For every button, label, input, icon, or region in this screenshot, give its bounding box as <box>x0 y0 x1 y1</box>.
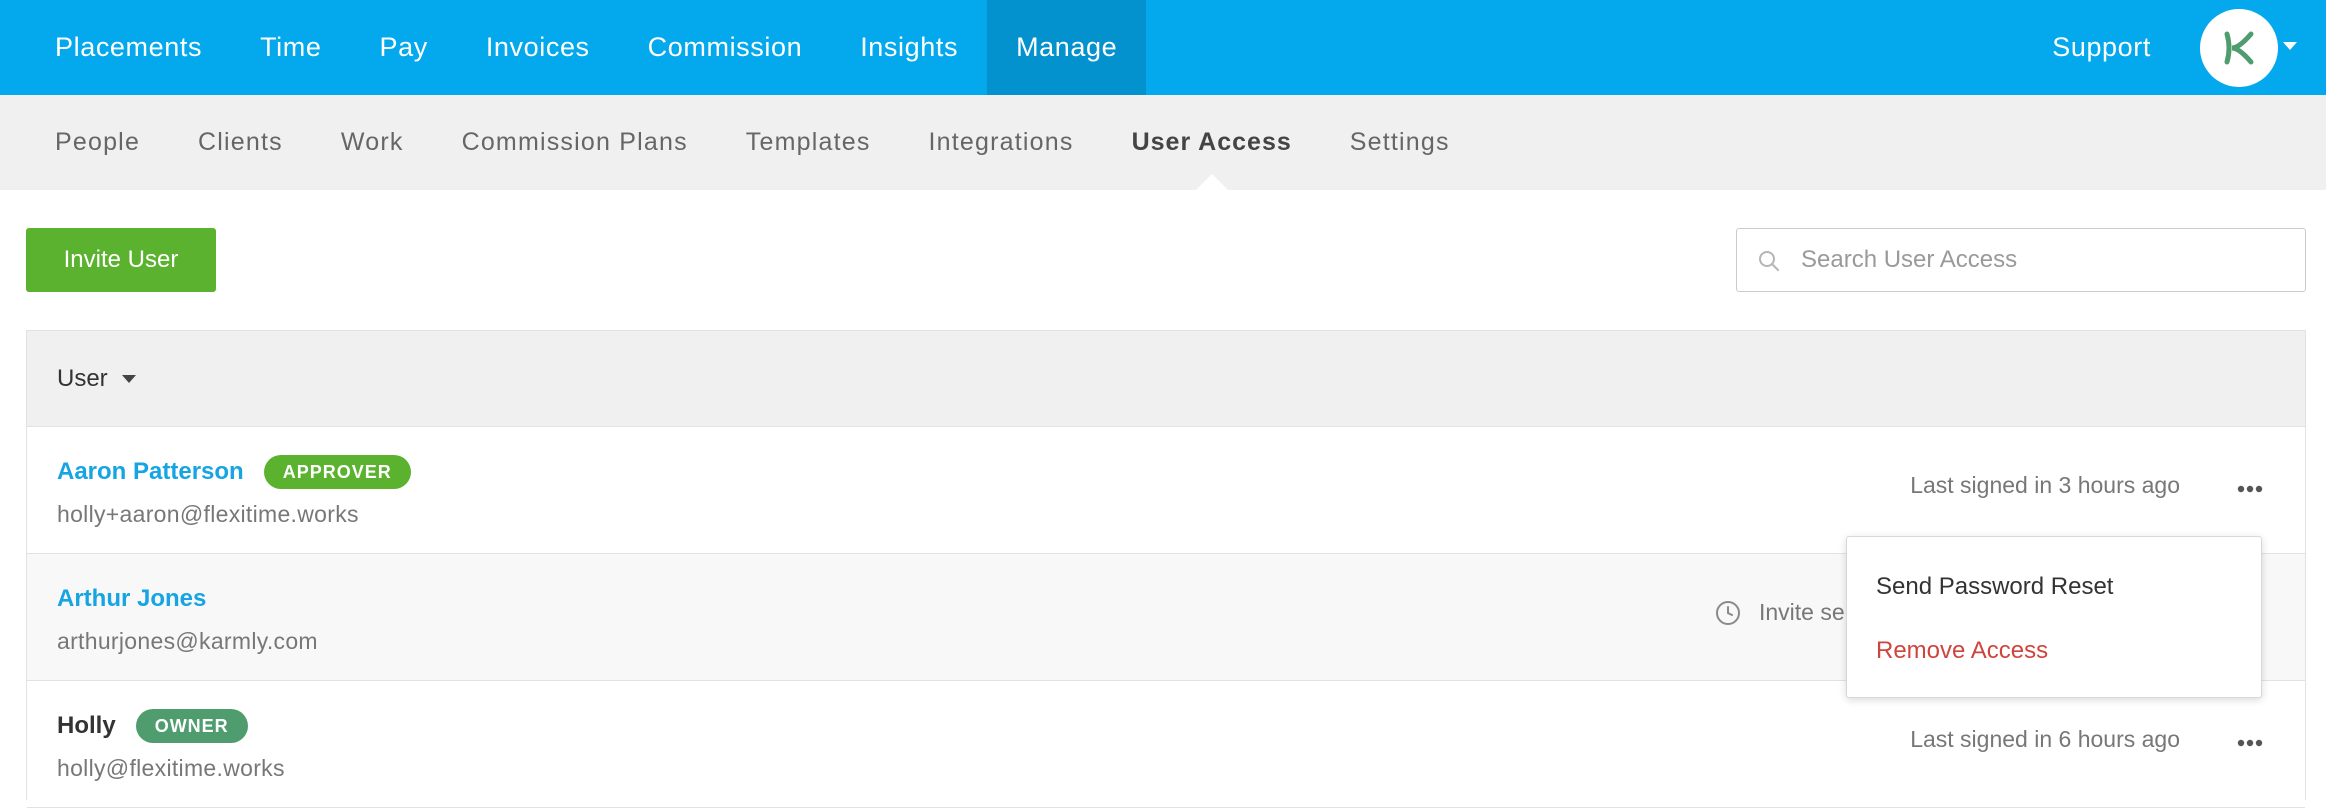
sub-nav-people[interactable]: People <box>26 95 169 190</box>
clock-icon <box>1716 600 1740 625</box>
top-nav-manage[interactable]: Manage <box>987 0 1147 95</box>
user-name-line: Holly OWNER <box>57 708 248 744</box>
user-column-label: User <box>57 364 108 392</box>
send-password-reset-item[interactable]: Send Password Reset <box>1876 573 2113 601</box>
chevron-down-icon[interactable] <box>2283 42 2297 50</box>
role-badge: APPROVER <box>263 455 411 489</box>
user-column-header[interactable]: User <box>57 365 136 393</box>
table-header: User <box>27 331 2305 427</box>
user-name-line: Aaron Patterson APPROVER <box>57 454 411 490</box>
sort-down-icon <box>121 374 136 383</box>
sub-nav-clients[interactable]: Clients <box>169 95 312 190</box>
top-nav-insights[interactable]: Insights <box>831 0 987 95</box>
avatar[interactable] <box>2200 9 2278 87</box>
more-options-button[interactable] <box>2230 471 2270 507</box>
user-email: holly@flexitime.works <box>57 755 285 781</box>
user-email: holly+aaron@flexitime.works <box>57 501 359 527</box>
user-name-link[interactable]: Arthur Jones <box>57 585 206 613</box>
top-nav-placements[interactable]: Placements <box>26 0 231 95</box>
remove-access-item[interactable]: Remove Access <box>1876 637 2048 665</box>
sub-navigation: People Clients Work Commission Plans Tem… <box>0 95 2326 190</box>
table-row: Holly OWNER holly@flexitime.works Last s… <box>27 681 2305 808</box>
invite-user-button[interactable]: Invite User <box>26 228 216 292</box>
top-nav-commission[interactable]: Commission <box>619 0 832 95</box>
role-badge: OWNER <box>135 709 248 743</box>
top-nav-invoices[interactable]: Invoices <box>457 0 619 95</box>
invite-status-text: Invite se <box>1759 599 1845 625</box>
user-status: Last signed in 3 hours ago <box>1910 472 2180 498</box>
karmly-logo-icon <box>2224 31 2254 65</box>
invite-status: Invite se <box>1715 599 1845 626</box>
more-options-button[interactable] <box>2230 725 2270 761</box>
user-name-link[interactable]: Aaron Patterson <box>57 458 244 486</box>
top-nav-time[interactable]: Time <box>231 0 350 95</box>
user-name-line: Arthur Jones <box>57 581 206 617</box>
user-name: Holly <box>57 712 116 739</box>
sub-nav-integrations[interactable]: Integrations <box>900 95 1103 190</box>
more-horizontal-icon <box>2237 739 2263 747</box>
table-row: Aaron Patterson APPROVER holly+aaron@fle… <box>27 427 2305 554</box>
user-email: arthurjones@karmly.com <box>57 628 318 654</box>
top-nav-items: Placements Time Pay Invoices Commission … <box>0 0 1147 95</box>
search-icon <box>1759 251 1779 271</box>
support-link[interactable]: Support <box>2052 0 2151 95</box>
search-box <box>1736 228 2306 292</box>
search-input[interactable] <box>1799 229 2289 291</box>
sub-nav-settings[interactable]: Settings <box>1321 95 1479 190</box>
sub-nav-work[interactable]: Work <box>312 95 433 190</box>
top-nav-pay[interactable]: Pay <box>350 0 456 95</box>
sub-nav-commission-plans[interactable]: Commission Plans <box>433 95 717 190</box>
row-actions-menu: Send Password Reset Remove Access <box>1846 536 2262 698</box>
top-navigation: Placements Time Pay Invoices Commission … <box>0 0 2326 95</box>
user-status: Last signed in 6 hours ago <box>1910 726 2180 752</box>
sub-nav-user-access[interactable]: User Access <box>1103 95 1321 190</box>
sub-nav-templates[interactable]: Templates <box>717 95 900 190</box>
more-horizontal-icon <box>2237 485 2263 493</box>
